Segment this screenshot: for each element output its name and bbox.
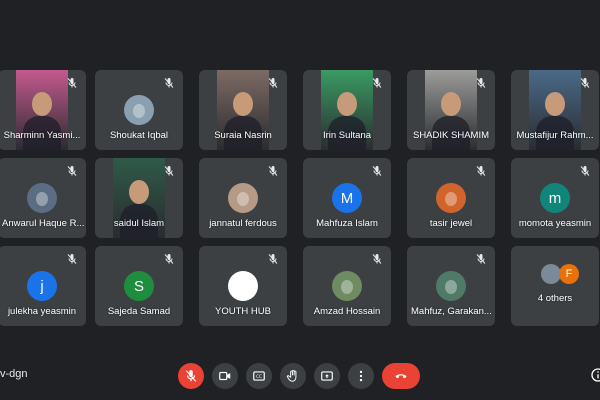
meeting-details-icon[interactable] — [590, 367, 600, 383]
present-icon — [321, 371, 333, 381]
participant-name: jannatul ferdous — [209, 218, 277, 229]
raise-hand-button[interactable] — [280, 363, 306, 389]
participant-tile[interactable]: M Mahfuza Islam — [303, 158, 391, 238]
mic-off-icon — [163, 76, 175, 88]
others-label: 4 others — [537, 293, 573, 304]
present-screen-button[interactable] — [314, 363, 340, 389]
participant-tile[interactable]: m momota yeasmin — [511, 158, 599, 238]
participant-name: Anwarul Haque R... — [2, 218, 85, 229]
mic-off-icon — [267, 252, 279, 264]
participant-name: julekha yeasmin — [7, 306, 77, 317]
participant-avatar: F — [559, 264, 579, 284]
leave-call-button[interactable] — [382, 363, 420, 389]
participant-avatar: S — [124, 271, 154, 301]
participant-avatar: j — [27, 271, 57, 301]
participant-avatar — [124, 95, 154, 125]
participant-tile[interactable]: Amzad Hossain — [303, 246, 391, 326]
participant-name: Amzad Hossain — [313, 306, 381, 317]
participant-tile[interactable]: j julekha yeasmin — [0, 246, 86, 326]
participant-name: Sajeda Samad — [107, 306, 171, 317]
participant-tile[interactable]: Mahfuz, Garakan... — [407, 246, 495, 326]
hang-up-icon — [395, 374, 407, 379]
participant-tile[interactable]: Suraia Nasrin — [199, 70, 287, 150]
participant-name: Mustafijur Rahm... — [516, 130, 594, 141]
participant-name: saidul Islam — [113, 218, 165, 229]
captions-icon: CC — [253, 371, 265, 381]
participant-name: Suraia Nasrin — [214, 130, 272, 141]
mic-off-icon — [163, 164, 175, 176]
meeting-code: v-dgn — [0, 368, 28, 380]
mic-off-icon — [475, 252, 487, 264]
participant-name: Sharminn Yasmi... — [3, 130, 81, 141]
mic-off-icon — [371, 252, 383, 264]
hand-icon — [286, 369, 297, 382]
participant-name: Mahfuz, Garakan... — [411, 306, 492, 317]
participant-tile[interactable]: jannatul ferdous — [199, 158, 287, 238]
mic-off-icon — [267, 76, 279, 88]
participant-name: tasir jewel — [429, 218, 473, 229]
participant-tile[interactable]: SHADIK SHAMIM — [407, 70, 495, 150]
mic-off-icon — [66, 76, 78, 88]
participant-grid: Sharminn Yasmi... Shoukat Iqbal Suraia Nas… — [0, 0, 600, 340]
participant-name: YOUTH HUB — [215, 306, 271, 317]
more-vert-icon — [359, 370, 363, 382]
participant-tile[interactable]: S Sajeda Samad — [95, 246, 183, 326]
participant-avatar — [228, 271, 258, 301]
mic-off-icon — [579, 76, 591, 88]
more-options-button[interactable] — [348, 363, 374, 389]
control-bar: v-dgn CC — [0, 340, 600, 400]
participant-tile[interactable]: YOUTH HUB — [199, 246, 287, 326]
participant-avatar — [27, 183, 57, 213]
participant-tile[interactable]: Irin Sultana — [303, 70, 391, 150]
participant-tile[interactable]: Anwarul Haque R... — [0, 158, 86, 238]
mic-off-icon — [475, 76, 487, 88]
participant-avatar — [332, 271, 362, 301]
participant-avatar — [541, 264, 561, 284]
participant-name: SHADIK SHAMIM — [412, 130, 489, 141]
svg-text:CC: CC — [256, 374, 262, 379]
mic-off-icon — [163, 252, 175, 264]
mic-off-icon — [371, 76, 383, 88]
participant-avatar: M — [332, 183, 362, 213]
camera-toggle-button[interactable] — [212, 363, 238, 389]
participant-avatar — [228, 183, 258, 213]
camera-icon — [219, 371, 231, 381]
participant-tile[interactable]: Mustafijur Rahm... — [511, 70, 599, 150]
participant-name: momota yeasmin — [518, 218, 592, 229]
mic-off-icon — [66, 164, 78, 176]
participant-avatar — [436, 183, 466, 213]
participant-name: Shoukat Iqbal — [109, 130, 169, 141]
mic-off-icon — [475, 164, 487, 176]
others-tile[interactable]: F 4 others — [511, 246, 599, 326]
participant-avatar: m — [540, 183, 570, 213]
participant-avatar — [436, 271, 466, 301]
participant-tile[interactable]: tasir jewel — [407, 158, 495, 238]
mic-off-icon — [579, 164, 591, 176]
participant-tile[interactable]: Sharminn Yasmi... — [0, 70, 86, 150]
participant-tile[interactable]: Shoukat Iqbal — [95, 70, 183, 150]
mic-off-icon — [267, 164, 279, 176]
participant-name: Irin Sultana — [322, 130, 372, 141]
participant-tile[interactable]: saidul Islam — [95, 158, 183, 238]
participant-name: Mahfuza Islam — [316, 218, 378, 229]
mic-off-icon — [371, 164, 383, 176]
mic-off-icon — [66, 252, 78, 264]
mic-toggle-button[interactable] — [178, 363, 204, 389]
mic-off-icon — [185, 370, 197, 382]
captions-button[interactable]: CC — [246, 363, 272, 389]
